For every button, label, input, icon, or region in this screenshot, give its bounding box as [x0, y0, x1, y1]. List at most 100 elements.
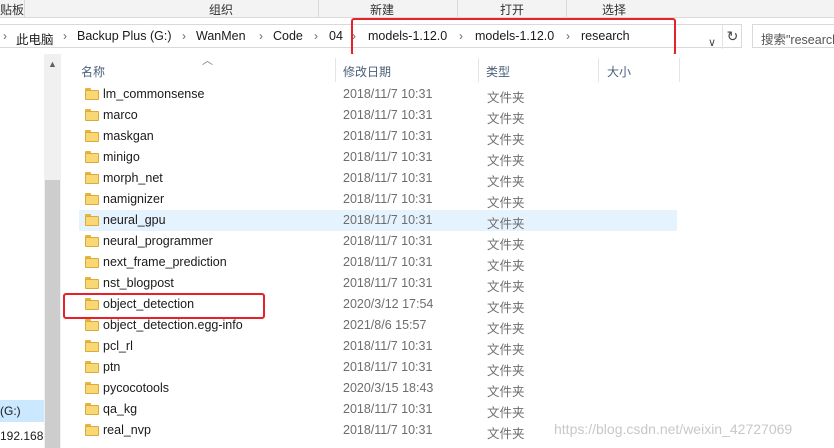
folder-icon: [85, 214, 99, 226]
file-name[interactable]: pycocotools: [103, 381, 169, 395]
file-date-modified: 2021/8/6 15:57: [343, 318, 427, 332]
file-type: 文件夹: [487, 427, 525, 441]
ribbon-organize-label: 组织: [209, 3, 234, 17]
file-name[interactable]: neural_gpu: [103, 213, 166, 227]
file-row[interactable]: ptn 2018/11/7 10:31 文件夹: [79, 357, 677, 378]
breadcrumb-separator[interactable]: ›: [63, 29, 67, 43]
folder-icon: [85, 172, 99, 184]
file-type: 文件夹: [487, 322, 525, 336]
file-type: 文件夹: [487, 385, 525, 399]
file-name[interactable]: ptn: [103, 360, 120, 374]
file-type: 文件夹: [487, 364, 525, 378]
navigation-pane: ▲ (G:) 192.168.: [0, 54, 62, 448]
folder-icon: [85, 403, 99, 415]
file-row[interactable]: qa_kg 2018/11/7 10:31 文件夹: [79, 399, 677, 420]
breadcrumb-04[interactable]: 04: [329, 29, 343, 43]
breadcrumb-backup-plus[interactable]: Backup Plus (G:): [77, 29, 171, 43]
folder-icon: [85, 88, 99, 100]
column-divider[interactable]: [598, 58, 599, 82]
file-type: 文件夹: [487, 175, 525, 189]
file-row[interactable]: neural_gpu 2018/11/7 10:31 文件夹: [79, 210, 677, 231]
column-header: ︿ 名称 修改日期 类型 大小: [62, 54, 834, 84]
folder-icon: [85, 193, 99, 205]
breadcrumb-wanmen[interactable]: WanMen: [196, 29, 246, 43]
file-name[interactable]: nst_blogpost: [103, 276, 174, 290]
object-detection-highlight-box: [63, 293, 265, 319]
file-row[interactable]: nst_blogpost 2018/11/7 10:31 文件夹: [79, 273, 677, 294]
folder-icon: [85, 277, 99, 289]
nav-item-drive-g[interactable]: (G:): [0, 400, 44, 422]
file-row[interactable]: pcl_rl 2018/11/7 10:31 文件夹: [79, 336, 677, 357]
column-type[interactable]: 类型: [486, 63, 510, 80]
column-divider[interactable]: [335, 58, 336, 82]
scroll-up-arrow-icon[interactable]: ▲: [44, 56, 61, 72]
nav-scrollbar-thumb[interactable]: [45, 180, 60, 448]
ribbon-separator: [24, 0, 25, 17]
file-type: 文件夹: [487, 112, 525, 126]
folder-icon: [85, 109, 99, 121]
column-size[interactable]: 大小: [607, 63, 631, 80]
column-divider[interactable]: [679, 58, 680, 82]
file-type: 文件夹: [487, 259, 525, 273]
folder-icon: [85, 382, 99, 394]
file-date-modified: 2018/11/7 10:31: [343, 423, 433, 437]
refresh-icon[interactable]: ↻: [722, 25, 742, 49]
folder-icon: [85, 424, 99, 436]
file-type: 文件夹: [487, 301, 525, 315]
file-name[interactable]: lm_commonsense: [103, 87, 204, 101]
file-row[interactable]: minigo 2018/11/7 10:31 文件夹: [79, 147, 677, 168]
chevron-down-icon[interactable]: ∨: [704, 31, 720, 55]
folder-icon: [85, 340, 99, 352]
file-name[interactable]: pcl_rl: [103, 339, 133, 353]
file-name[interactable]: object_detection.egg-info: [103, 318, 243, 332]
file-date-modified: 2018/11/7 10:31: [343, 360, 433, 374]
file-date-modified: 2020/3/12 17:54: [343, 297, 434, 311]
file-type: 文件夹: [487, 238, 525, 252]
column-name[interactable]: 名称: [81, 63, 105, 80]
file-date-modified: 2018/11/7 10:31: [343, 255, 433, 269]
breadcrumb-separator: ›: [3, 29, 7, 43]
file-row[interactable]: next_frame_prediction 2018/11/7 10:31 文件夹: [79, 252, 677, 273]
file-name[interactable]: morph_net: [103, 171, 163, 185]
file-name[interactable]: marco: [103, 108, 138, 122]
file-name[interactable]: namignizer: [103, 192, 164, 206]
file-name[interactable]: maskgan: [103, 129, 154, 143]
column-date-modified[interactable]: 修改日期: [343, 63, 391, 80]
file-row[interactable]: marco 2018/11/7 10:31 文件夹: [79, 105, 677, 126]
watermark: https://blog.csdn.net/weixin_42727069: [554, 421, 793, 437]
ribbon-select-label: 选择: [602, 3, 627, 17]
folder-icon: [85, 151, 99, 163]
file-type: 文件夹: [487, 217, 525, 231]
file-name[interactable]: real_nvp: [103, 423, 151, 437]
ribbon-separator: [318, 0, 319, 17]
column-divider[interactable]: [478, 58, 479, 82]
ribbon-group-labels: 贴板 组织 新建 打开 选择: [0, 0, 834, 18]
breadcrumb-separator[interactable]: ›: [259, 29, 263, 43]
file-row[interactable]: pycocotools 2020/3/15 18:43 文件夹: [79, 378, 677, 399]
search-input[interactable]: 搜索"research": [752, 24, 834, 48]
ribbon-clipboard-label: 贴板: [0, 3, 25, 17]
file-row[interactable]: neural_programmer 2018/11/7 10:31 文件夹: [79, 231, 677, 252]
nav-item-network[interactable]: 192.168.: [0, 429, 44, 443]
ribbon-new-label: 新建: [370, 3, 395, 17]
file-name[interactable]: qa_kg: [103, 402, 137, 416]
file-date-modified: 2018/11/7 10:31: [343, 339, 433, 353]
breadcrumb-separator[interactable]: ›: [182, 29, 186, 43]
file-name[interactable]: next_frame_prediction: [103, 255, 227, 269]
breadcrumb-code[interactable]: Code: [273, 29, 303, 43]
folder-icon: [85, 235, 99, 247]
file-row[interactable]: maskgan 2018/11/7 10:31 文件夹: [79, 126, 677, 147]
file-name[interactable]: minigo: [103, 150, 140, 164]
breadcrumb-this-pc[interactable]: 此电脑: [16, 29, 54, 48]
folder-icon: [85, 256, 99, 268]
file-row[interactable]: morph_net 2018/11/7 10:31 文件夹: [79, 168, 677, 189]
file-name[interactable]: neural_programmer: [103, 234, 213, 248]
ribbon-separator: [457, 0, 458, 17]
file-date-modified: 2018/11/7 10:31: [343, 402, 433, 416]
breadcrumb-separator[interactable]: ›: [314, 29, 318, 43]
file-row[interactable]: lm_commonsense 2018/11/7 10:31 文件夹: [79, 84, 677, 105]
file-date-modified: 2018/11/7 10:31: [343, 213, 433, 227]
file-row[interactable]: namignizer 2018/11/7 10:31 文件夹: [79, 189, 677, 210]
file-date-modified: 2018/11/7 10:31: [343, 129, 433, 143]
folder-icon: [85, 130, 99, 142]
